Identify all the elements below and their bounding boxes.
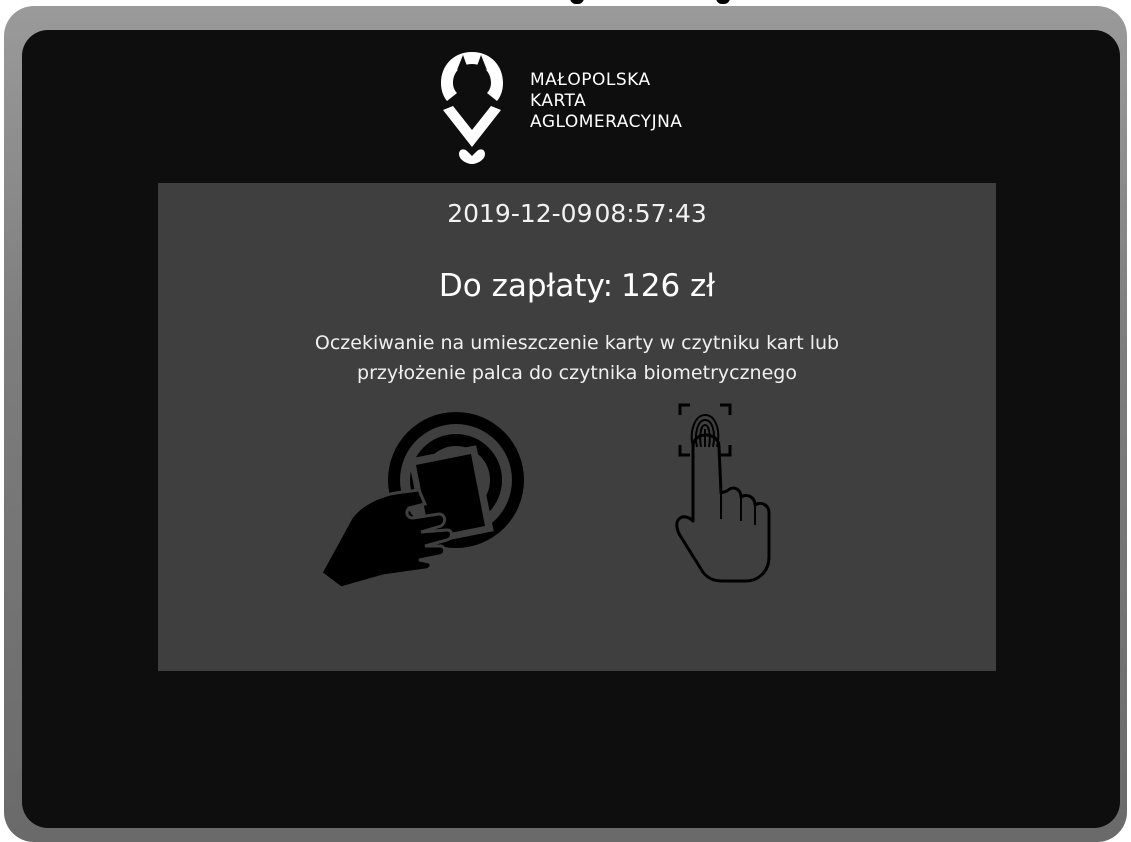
payment-panel: 2019-12-0908:57:43 Do zapłaty: 126 zł Ocz… bbox=[158, 183, 996, 671]
logo-line-2: KARTA bbox=[530, 91, 587, 111]
time-text: 08:57:43 bbox=[594, 199, 707, 228]
logo-wordmark: MAŁOPOLSKA KARTA AGLOMERACYJNA bbox=[530, 70, 682, 133]
amount-due: Do zapłaty: 126 zł bbox=[158, 268, 996, 304]
logo-line-1: MAŁOPOLSKA bbox=[530, 70, 651, 90]
bezel-top-notch bbox=[716, 0, 730, 4]
amount-label: Do zapłaty: bbox=[438, 268, 614, 304]
map-pin-logo-icon bbox=[441, 52, 503, 164]
instruction-line-2: przyłożenie palca do czytnika biometrycz… bbox=[357, 362, 797, 384]
logo: MAŁOPOLSKA KARTA AGLOMERACYJNA bbox=[437, 50, 737, 170]
datetime-display: 2019-12-0908:57:43 bbox=[158, 199, 996, 228]
terminal-screen: MAŁOPOLSKA KARTA AGLOMERACYJNA 2019-12-0… bbox=[22, 30, 1120, 828]
fingerprint-touch-icon bbox=[675, 403, 771, 583]
instruction-message: Oczekiwanie na umieszczenie karty w czyt… bbox=[218, 328, 936, 388]
amount-value: 126 zł bbox=[621, 268, 716, 304]
contactless-card-icon bbox=[321, 412, 524, 588]
date-text: 2019-12-09 bbox=[447, 199, 593, 228]
instruction-line-1: Oczekiwanie na umieszczenie karty w czyt… bbox=[314, 332, 840, 354]
bezel-top-notch bbox=[570, 0, 584, 4]
bezel-top-gap bbox=[440, 0, 760, 6]
logo-line-3: AGLOMERACYJNA bbox=[530, 112, 683, 132]
